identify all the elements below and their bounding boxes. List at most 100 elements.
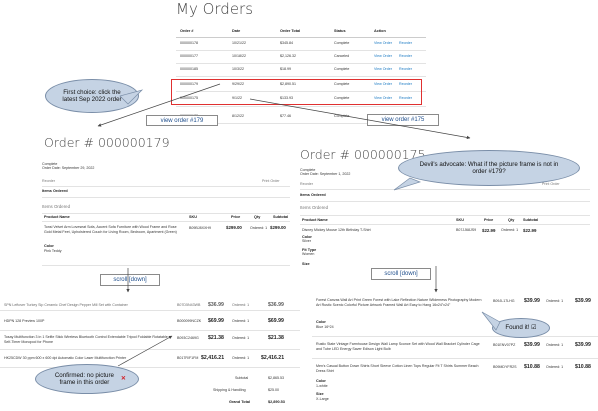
product-price: $2,416.21 (201, 355, 225, 361)
product-name: Tonsi Velvet Arm Loveseat Sofa, Accent S… (44, 225, 177, 234)
view-order-link[interactable]: View Order (374, 41, 392, 46)
product-sku: B01ENV07PZ (493, 343, 516, 347)
product-subtotal: $22.99 (523, 228, 537, 233)
confirmed-text: Confirmed: no picture frame in this orde… (54, 371, 114, 387)
order-total: $345.84 (280, 41, 293, 45)
product-price: $22.99 (482, 228, 496, 233)
product-sku: B093C2469G (177, 336, 199, 340)
reorder-link[interactable]: Reorder (399, 41, 412, 46)
col-qty: Qty (508, 218, 515, 222)
order-status: Complete (334, 67, 350, 71)
view-order-179-text: view order #179 (160, 117, 204, 124)
col-qty: Qty (254, 215, 261, 219)
reorder-link[interactable]: Reorder (399, 67, 412, 72)
scroll-down-label-right: scroll [down] (371, 268, 431, 280)
reorder-link[interactable]: Reorder (42, 179, 55, 184)
order-number: 000000178 (180, 41, 198, 45)
reorder-link[interactable]: Reorder (399, 54, 412, 59)
product-subtotal: $36.99 (268, 302, 284, 308)
product-qty: Ordered: 1 (546, 343, 564, 347)
product-name: HDPN 128 Preview 100P (4, 319, 45, 323)
product-qty: Ordered: 1 (232, 336, 250, 340)
view-order-175-label: view order #175 (367, 114, 439, 126)
product-name: Disney Mickey Mouse 12th Birthday T-Shir… (302, 228, 371, 232)
view-order-link[interactable]: View Order (374, 54, 392, 59)
product-sku: B07JJ68JS9 (456, 228, 477, 232)
shipping-value: $25.00 (268, 388, 279, 392)
order-status: Complete (334, 114, 350, 118)
col-product-name: Product Name (44, 215, 70, 219)
product-qty: Ordered: 1 (546, 365, 564, 369)
option-label: Color (316, 379, 326, 383)
product-name: Men's Casual Button Down Shirts Short Sl… (316, 364, 479, 373)
order-date: 10/18/22 (232, 54, 246, 58)
order-status: Canceled (334, 54, 350, 58)
table-row: HDPN 128 Preview 100P B000099NCZK $69.99… (0, 317, 300, 329)
first-choice-text: First choice: click the latest Sep 2022 … (62, 88, 122, 104)
col-header-total: Order Total (280, 29, 301, 33)
col-sku: SKU (189, 215, 198, 219)
product-subtotal: $39.99 (575, 342, 591, 348)
devils-advocate-bubble: Devil's advocate: What if the picture fr… (398, 150, 580, 186)
grand-total-value: $2,890.53 (268, 400, 285, 404)
table-row: HK25CDW 30 ppm 600 x 600 dpi Automatic C… (0, 354, 300, 366)
scroll-down-text: scroll [down] (384, 271, 418, 277)
option-value: 1-white (316, 384, 328, 388)
shipping-label: Shipping & Handling (213, 388, 246, 392)
order-date: 8/12/22 (232, 114, 244, 118)
order-number: 000000177 (180, 54, 198, 58)
col-price: Price (231, 215, 241, 219)
option-label: Color (44, 244, 54, 248)
col-product-name: Product Name (302, 218, 328, 222)
subtotal-value: $2,865.53 (268, 376, 284, 380)
product-subtotal: $2,416.21 (261, 355, 285, 361)
first-choice-bubble: First choice: click the latest Sep 2022 … (45, 79, 139, 113)
option-label: Size (316, 392, 324, 396)
option-value: X-Large (316, 397, 329, 401)
product-name: Forest Canvas Wall Art Print Green Fores… (316, 298, 482, 307)
product-sku: B07D5N43WB (177, 303, 201, 307)
product-subtotal: $21.38 (268, 335, 284, 341)
order-status: Complete (334, 41, 350, 45)
scroll-down-text: scroll [down] (113, 277, 147, 283)
product-sku: B000099NCZK (177, 319, 202, 323)
order-date: 10/3/22 (232, 67, 244, 71)
table-row: SPN Leftover Turkey Sip Ceramic Chef Des… (0, 298, 300, 308)
table-row: Rustic State Vintage Farmhouse Design Wa… (312, 340, 598, 356)
order-number: 000000185 (180, 67, 198, 71)
view-order-link[interactable]: View Order (374, 67, 392, 72)
product-price: $69.99 (208, 318, 224, 324)
order-175-scrolled-panel: Forest Canvas Wall Art Print Green Fores… (312, 294, 598, 411)
print-order-link[interactable]: Print Order (262, 179, 280, 184)
subtotal-label: Subtotal (235, 376, 249, 380)
items-ordered-tab[interactable]: Items Ordered (42, 204, 70, 210)
option-value: Women (302, 252, 315, 256)
order-175-date: Order Date: September 1, 2022 (300, 172, 351, 176)
items-ordered-heading: Items Ordered (300, 193, 326, 197)
product-name: Rustic State Vintage Farmhouse Design Wa… (316, 342, 480, 351)
items-ordered-heading: Items Ordered (42, 189, 68, 193)
product-qty: Ordered: 1 (232, 303, 250, 307)
product-subtotal: $10.88 (575, 364, 591, 370)
product-price: $36.99 (208, 302, 224, 308)
product-price: $299.00 (226, 225, 242, 230)
order-total: $77.46 (280, 114, 291, 118)
product-name: Tosay Multifunction 3 in 1 Selfie Stick … (4, 335, 168, 344)
col-header-status: Status (334, 29, 346, 33)
grand-total-label: Grand Total (229, 400, 251, 404)
found-it-text: Found it! ☑ (505, 324, 537, 332)
view-order-175-text: view order #175 (381, 117, 425, 123)
product-subtotal: $69.99 (268, 318, 284, 324)
items-ordered-tab[interactable]: Items Ordered (300, 205, 328, 211)
table-row: Forest Canvas Wall Art Print Green Fores… (312, 296, 598, 330)
product-qty: Ordered: 1 (250, 226, 268, 230)
product-price: $10.88 (524, 364, 540, 370)
print-order-link[interactable]: Print Order (542, 182, 560, 187)
order-179-date: Order Date: September 29, 2022 (42, 166, 95, 170)
devils-advocate-text: Devil's advocate: What if the picture fr… (419, 160, 559, 176)
option-value: Pink Teddy (44, 249, 62, 253)
product-sku: B09JL17LHG (493, 299, 515, 303)
product-qty: Ordered: 1 (501, 228, 519, 232)
reorder-link[interactable]: Reorder (300, 182, 313, 187)
option-label: Size (302, 262, 310, 266)
